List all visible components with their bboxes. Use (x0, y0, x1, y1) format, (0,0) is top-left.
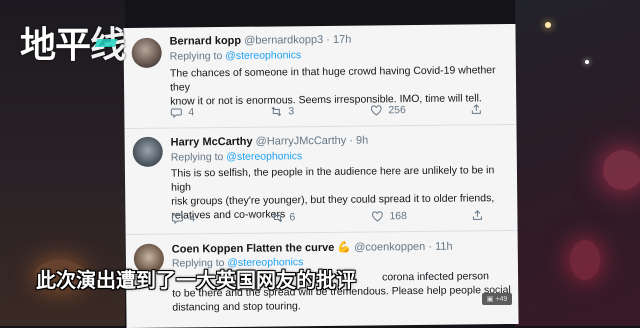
avatar[interactable] (131, 37, 162, 68)
share-icon (470, 103, 482, 115)
user-handle-time: @bernardkopp3 · 17h (244, 33, 352, 47)
retweet-icon (270, 105, 282, 117)
camera-icon: ▣ (486, 296, 494, 303)
tweet-text: The chances of someone in that huge crow… (169, 64, 496, 108)
tweet-header: Coen Koppen Flatten the curve 💪 @coenkop… (172, 240, 453, 256)
like-button[interactable]: 256 (370, 104, 406, 116)
share-icon (471, 209, 483, 221)
user-handle-time: @coenkoppen · 11h (354, 240, 453, 254)
stage-light (545, 22, 551, 28)
tweet: Harry McCarthy @HarryJMcCarthy · 9h Repl… (124, 124, 518, 236)
reply-icon (170, 106, 182, 119)
reply-icon (171, 212, 183, 225)
subtitle-caption: 此次演出遭到了一大英国网友的批评 (36, 268, 356, 292)
stage-light (585, 60, 589, 64)
share-button[interactable] (471, 209, 483, 221)
heart-icon (371, 210, 383, 222)
channel-logo: 地平线 (20, 25, 126, 66)
retweet-button[interactable]: 3 (270, 105, 294, 117)
tweet: Bernard kopp @bernardkopp3 · 17h Replyin… (123, 23, 517, 130)
retweet-icon (271, 211, 283, 223)
stage-light (570, 240, 600, 280)
tweet-header: Bernard kopp @bernardkopp3 · 17h (170, 34, 352, 48)
share-button[interactable] (470, 103, 482, 115)
reply-button[interactable]: 4 (171, 212, 195, 224)
like-button[interactable]: 168 (371, 210, 407, 222)
tweet-header: Harry McCarthy @HarryJMcCarthy · 9h (171, 135, 369, 149)
user-name[interactable]: Harry McCarthy (171, 136, 253, 149)
mention-link[interactable]: @stereophonics (225, 49, 301, 62)
user-name[interactable]: Coen Koppen Flatten the curve (172, 242, 335, 256)
retweet-button[interactable]: 6 (271, 211, 295, 223)
user-handle-time: @HarryJMcCarthy · 9h (255, 134, 369, 148)
video-badge: ▣ +49 (482, 293, 512, 305)
user-name[interactable]: Bernard kopp (170, 35, 242, 48)
heart-icon (370, 104, 382, 116)
reply-button[interactable]: 4 (170, 106, 194, 118)
flexed-biceps-emoji: 💪 (337, 241, 352, 254)
replying-to: Replying to @stereophonics (169, 49, 302, 63)
mention-link[interactable]: @stereophonics (226, 150, 302, 163)
tweet-text: This is so selfish, the people in the au… (170, 164, 495, 222)
avatar[interactable] (132, 136, 163, 167)
stage-light (603, 150, 640, 190)
replying-to: Replying to @stereophonics (170, 150, 303, 164)
